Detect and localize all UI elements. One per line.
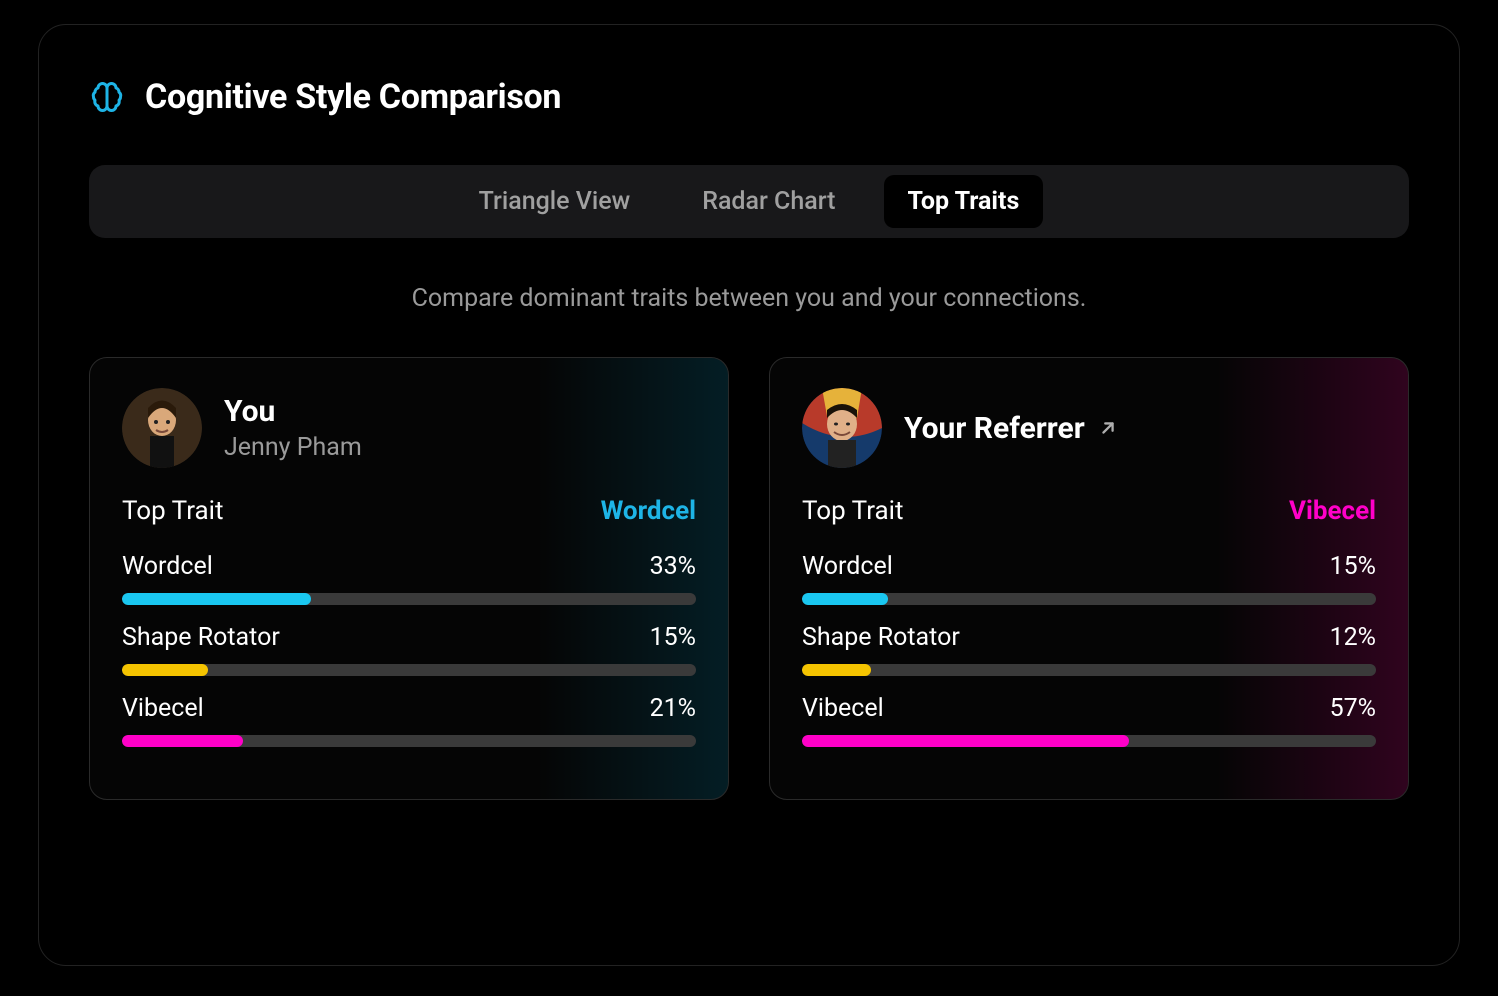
trait-pct: 15%	[1330, 552, 1376, 581]
view-tabs: Triangle View Radar Chart Top Traits	[89, 165, 1409, 238]
card-titles: You Jenny Pham	[224, 394, 362, 462]
card-header: You Jenny Pham	[122, 388, 696, 468]
comparison-panel: Cognitive Style Comparison Triangle View…	[38, 24, 1460, 966]
trait-pct: 33%	[650, 552, 696, 581]
card-header: Your Referrer	[802, 388, 1376, 468]
trait-bar-fill	[122, 735, 243, 747]
trait-bar	[802, 664, 1376, 676]
top-trait-row: Top Trait Vibecel	[802, 496, 1376, 526]
trait-name: Wordcel	[802, 552, 893, 581]
trait-name: Vibecel	[122, 694, 204, 723]
card-label: You	[224, 394, 362, 429]
cards-row: You Jenny Pham Top Trait Wordcel Wordcel…	[89, 357, 1409, 800]
top-trait-row: Top Trait Wordcel	[122, 496, 696, 526]
top-trait-value: Wordcel	[601, 496, 696, 526]
card-you: You Jenny Pham Top Trait Wordcel Wordcel…	[89, 357, 729, 800]
trait-row: Shape Rotator 12%	[802, 623, 1376, 676]
trait-pct: 21%	[650, 694, 696, 723]
trait-pct: 12%	[1330, 623, 1376, 652]
trait-row: Shape Rotator 15%	[122, 623, 696, 676]
trait-bar-fill	[802, 593, 888, 605]
trait-bar	[122, 593, 696, 605]
card-label[interactable]: Your Referrer	[904, 411, 1119, 446]
trait-name: Shape Rotator	[122, 623, 280, 652]
trait-bar-fill	[802, 664, 871, 676]
card-name: Jenny Pham	[224, 433, 362, 462]
tab-top-traits[interactable]: Top Traits	[884, 175, 1044, 228]
top-trait-value: Vibecel	[1289, 496, 1376, 526]
trait-pct: 15%	[650, 623, 696, 652]
trait-row: Wordcel 33%	[122, 552, 696, 605]
tab-triangle-view[interactable]: Triangle View	[455, 175, 655, 228]
top-trait-label: Top Trait	[122, 496, 223, 526]
avatar	[802, 388, 882, 468]
trait-bar	[122, 735, 696, 747]
avatar	[122, 388, 202, 468]
panel-subheading: Compare dominant traits between you and …	[89, 284, 1409, 313]
trait-name: Vibecel	[802, 694, 884, 723]
trait-row: Wordcel 15%	[802, 552, 1376, 605]
trait-bar	[122, 664, 696, 676]
trait-row: Vibecel 21%	[122, 694, 696, 747]
page-title: Cognitive Style Comparison	[145, 77, 561, 117]
trait-bar-fill	[122, 664, 208, 676]
trait-bar	[802, 593, 1376, 605]
panel-header: Cognitive Style Comparison	[89, 77, 1409, 117]
brain-icon	[89, 79, 125, 115]
trait-name: Wordcel	[122, 552, 213, 581]
trait-bar-fill	[802, 735, 1129, 747]
trait-row: Vibecel 57%	[802, 694, 1376, 747]
top-trait-label: Top Trait	[802, 496, 903, 526]
card-referrer: Your Referrer Top Trait Vibecel Wordcel …	[769, 357, 1409, 800]
trait-name: Shape Rotator	[802, 623, 960, 652]
external-link-icon	[1097, 417, 1119, 439]
tab-radar-chart[interactable]: Radar Chart	[678, 175, 859, 228]
trait-bar	[802, 735, 1376, 747]
card-label-text: Your Referrer	[904, 411, 1085, 446]
trait-bar-fill	[122, 593, 311, 605]
trait-pct: 57%	[1330, 694, 1376, 723]
card-titles: Your Referrer	[904, 411, 1119, 446]
